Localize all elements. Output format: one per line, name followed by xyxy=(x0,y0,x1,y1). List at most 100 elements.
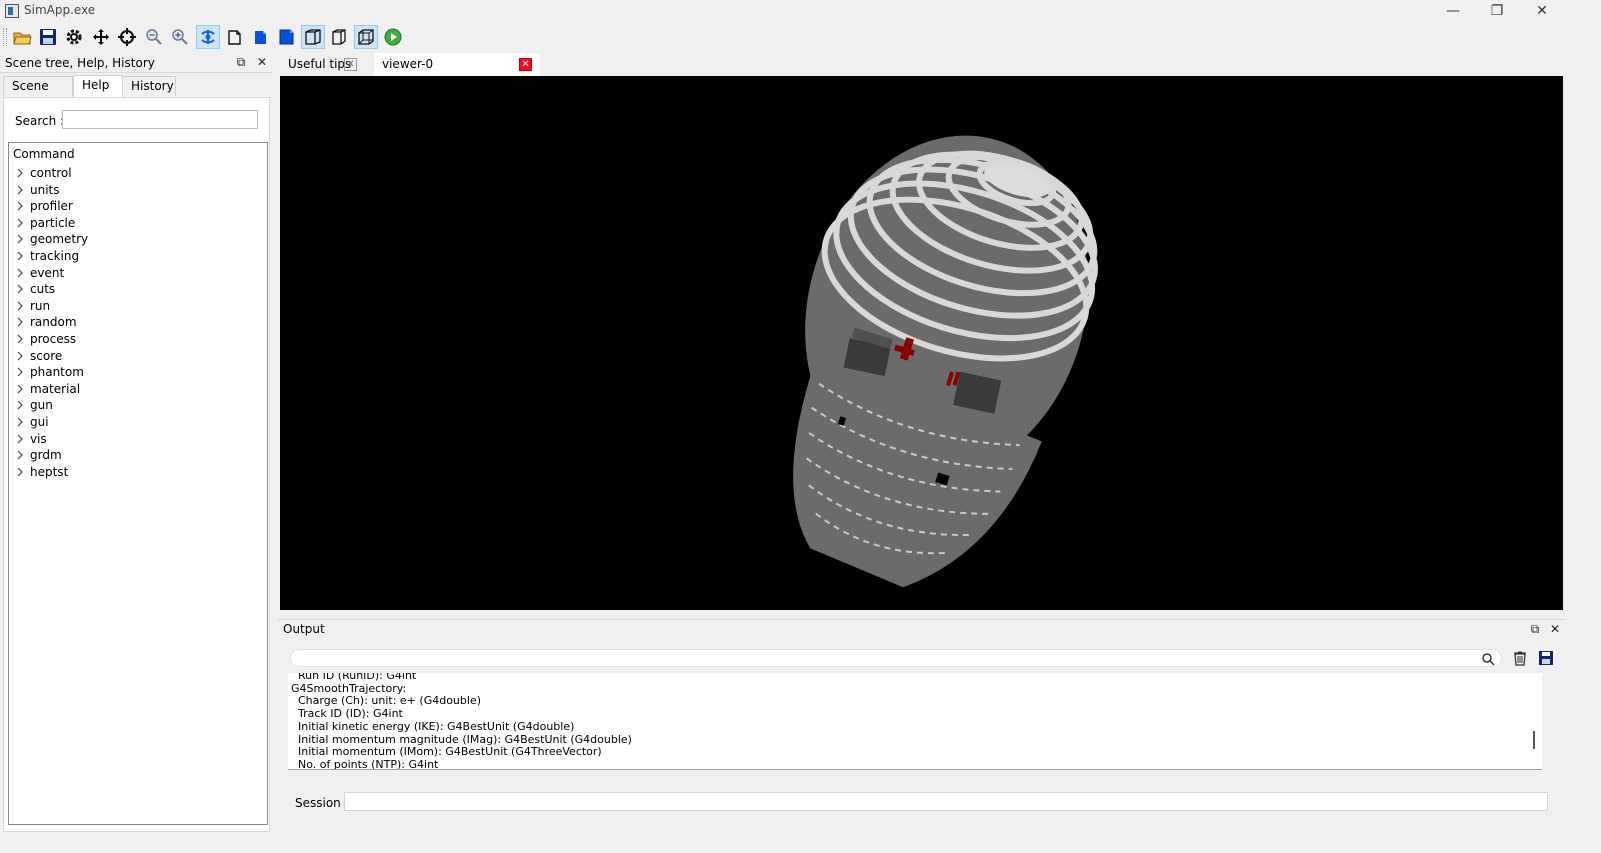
close-tab-icon[interactable]: ✕ xyxy=(344,58,357,71)
tree-item-cuts[interactable]: cuts xyxy=(9,281,267,298)
tree-item-control[interactable]: control xyxy=(9,165,267,182)
output-line: G4SmoothTrajectory: xyxy=(291,681,407,695)
output-line: Initial momentum (IMom): G4BestUnit (G4T… xyxy=(291,745,602,759)
chevron-right-icon[interactable] xyxy=(15,217,25,229)
hidden-line-icon[interactable] xyxy=(222,25,246,49)
tree-item-vis[interactable]: vis xyxy=(9,431,267,448)
close-tab-icon[interactable]: ✕ xyxy=(519,58,532,71)
maximize-button[interactable]: ❐ xyxy=(1474,0,1520,22)
tree-item-gun[interactable]: gun xyxy=(9,397,267,414)
tree-item-material[interactable]: material xyxy=(9,381,267,398)
tree-item-run[interactable]: run xyxy=(9,298,267,315)
tree-item-label: control xyxy=(30,166,72,180)
tab-viewer-0[interactable]: viewer-0 (OpenGLStoredQt) ✕ xyxy=(374,53,540,94)
tree-item-label: cuts xyxy=(30,282,56,297)
tree-item-random[interactable]: random xyxy=(9,314,267,331)
save-output-icon[interactable] xyxy=(1537,649,1555,667)
help-search-input[interactable] xyxy=(62,110,258,129)
trash-icon[interactable] xyxy=(1511,649,1529,667)
skull-phantom-render xyxy=(793,135,1098,588)
tree-item-phantom[interactable]: phantom xyxy=(9,364,267,381)
chevron-right-icon[interactable] xyxy=(15,184,25,196)
scrollbar-thumb[interactable] xyxy=(1533,731,1535,749)
settings-icon[interactable] xyxy=(62,25,86,49)
tree-item-event[interactable]: event xyxy=(9,265,267,282)
tree-item-score[interactable]: score xyxy=(9,348,267,365)
chevron-right-icon[interactable] xyxy=(15,167,25,179)
chevron-right-icon[interactable] xyxy=(15,466,25,478)
title-bar: SimApp.exe — ❐ ✕ xyxy=(0,0,1601,22)
dock-close-icon[interactable]: ✕ xyxy=(255,55,269,69)
dock-float-icon[interactable]: ⧉ xyxy=(1528,622,1542,636)
chevron-right-icon[interactable] xyxy=(15,200,25,212)
open-icon[interactable] xyxy=(10,25,34,49)
tree-item-label: event xyxy=(30,265,65,280)
command-tree: Command control units profiler particle geom… xyxy=(8,142,268,825)
tree-item-gui[interactable]: gui xyxy=(9,414,267,431)
output-text-area[interactable]: Run ID (RunID): G4int G4SmoothTrajectory:… xyxy=(288,673,1542,770)
tree-item-label: phantom xyxy=(30,365,84,380)
dock-close-icon[interactable]: ✕ xyxy=(1548,622,1562,636)
solid-surface-edges-icon[interactable] xyxy=(274,25,298,49)
opengl-viewer[interactable] xyxy=(280,76,1563,610)
tree-item-label: gui xyxy=(30,415,49,429)
tree-item-units[interactable]: units xyxy=(9,182,267,199)
output-dock: Output ⧉ ✕ Run ID (RunID): G4int G4Smooth… xyxy=(278,619,1564,833)
tab-useful-tips[interactable]: Useful tips ✕ xyxy=(280,53,364,76)
chevron-right-icon[interactable] xyxy=(15,416,25,428)
tree-item-process[interactable]: process xyxy=(9,331,267,348)
perspective-icon[interactable] xyxy=(301,25,325,49)
output-title-bar: Output ⧉ ✕ xyxy=(278,619,1564,638)
tree-item-grdm[interactable]: grdm xyxy=(9,447,267,464)
app-icon xyxy=(5,4,19,18)
tab-help[interactable]: Help xyxy=(73,75,123,98)
chevron-right-icon[interactable] xyxy=(15,267,25,279)
tab-scene-tree[interactable]: Scene tree xyxy=(3,76,73,112)
output-scrollbar[interactable] xyxy=(1528,673,1542,769)
chevron-right-icon[interactable] xyxy=(15,250,25,262)
save-icon[interactable] xyxy=(36,25,60,49)
session-label: Session : xyxy=(295,796,349,810)
rotate-icon[interactable] xyxy=(196,25,220,49)
solid-surface-icon[interactable] xyxy=(248,25,272,49)
ortho-icon[interactable] xyxy=(327,25,351,49)
chevron-right-icon[interactable] xyxy=(15,433,25,445)
tree-item-tracking[interactable]: tracking xyxy=(9,248,267,265)
chevron-right-icon[interactable] xyxy=(15,300,25,312)
dock-title: Scene tree, Help, History xyxy=(5,56,155,70)
zoom-out-icon[interactable] xyxy=(142,25,166,49)
tree-item-heptst[interactable]: heptst xyxy=(9,464,267,481)
output-line: Track ID (ID): G4int xyxy=(291,707,403,721)
chevron-right-icon[interactable] xyxy=(15,399,25,411)
tree-item-particle[interactable]: particle xyxy=(9,215,267,232)
minimize-button[interactable]: — xyxy=(1430,0,1476,22)
run-beam-icon[interactable] xyxy=(381,25,405,49)
help-pane: Search : Command control units profiler par… xyxy=(3,97,270,832)
output-filter-input[interactable] xyxy=(290,649,1502,667)
zoom-in-icon[interactable] xyxy=(168,25,192,49)
chevron-right-icon[interactable] xyxy=(15,333,25,345)
tree-item-label: gun xyxy=(30,398,53,413)
chevron-right-icon[interactable] xyxy=(15,350,25,362)
chevron-right-icon[interactable] xyxy=(15,366,25,378)
chevron-right-icon[interactable] xyxy=(15,383,25,395)
tree-item-label: particle xyxy=(30,215,76,230)
tab-history[interactable]: History xyxy=(122,76,176,96)
tree-item-label: geometry xyxy=(30,232,89,247)
tree-item-geometry[interactable]: geometry xyxy=(9,231,267,248)
tree-header: Command xyxy=(13,147,75,161)
close-window-button[interactable]: ✕ xyxy=(1519,0,1565,22)
pick-target-icon[interactable] xyxy=(115,25,139,49)
move-icon[interactable] xyxy=(89,25,113,49)
chevron-right-icon[interactable] xyxy=(15,316,25,328)
wireframe-cube-icon[interactable] xyxy=(354,25,378,49)
chevron-right-icon[interactable] xyxy=(15,233,25,245)
dock-float-icon[interactable]: ⧉ xyxy=(234,55,248,69)
output-line: Initial momentum magnitude (IMag): G4Bes… xyxy=(291,732,632,746)
toolbar-grip[interactable] xyxy=(3,28,7,46)
session-input[interactable] xyxy=(344,792,1548,811)
tree-item-label: heptst xyxy=(30,464,69,479)
chevron-right-icon[interactable] xyxy=(15,283,25,295)
chevron-right-icon[interactable] xyxy=(15,449,25,461)
tree-item-profiler[interactable]: profiler xyxy=(9,198,267,215)
